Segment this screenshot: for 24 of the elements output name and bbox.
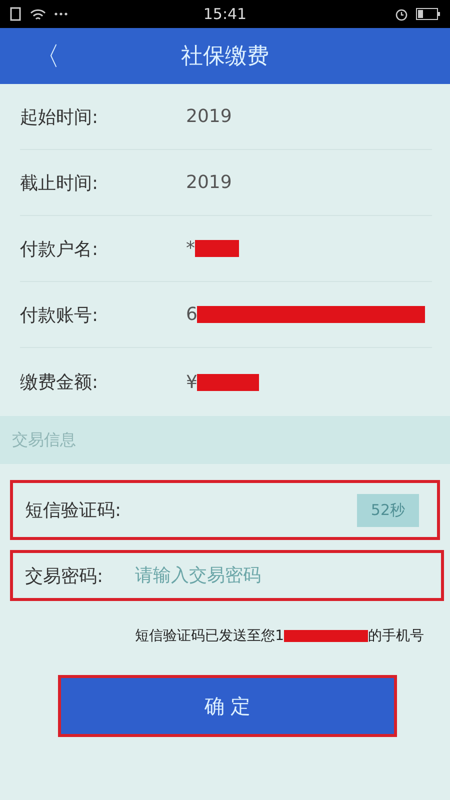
sms-notice: 短信验证码已发送至您1 的手机号 xyxy=(135,627,424,645)
field-value: ¥ xyxy=(186,372,198,392)
wifi-icon xyxy=(30,8,46,20)
more-icon xyxy=(54,12,68,16)
field-value: 2019 xyxy=(186,106,232,127)
battery-icon xyxy=(416,8,440,20)
sim-icon xyxy=(10,7,22,21)
field-label: 短信验证码: xyxy=(25,499,122,522)
alarm-icon xyxy=(394,8,408,20)
clock-time: 15:41 xyxy=(203,5,247,23)
field-value: 6 xyxy=(186,304,198,325)
field-label: 交易密码: xyxy=(25,564,104,588)
field-label: 起始时间: xyxy=(20,106,100,128)
confirm-button[interactable]: 确 定 xyxy=(58,675,397,737)
field-value: 2019 xyxy=(186,172,232,193)
section-title: 交易信息 xyxy=(12,430,76,450)
field-label: 截止时间: xyxy=(20,172,100,194)
field-label: 付款户名: xyxy=(20,238,100,260)
field-label: 付款账号: xyxy=(20,304,100,326)
field-label: 缴费金额: xyxy=(20,371,100,394)
password-field[interactable]: 请输入交易密码 xyxy=(135,565,336,586)
field-value: * xyxy=(186,238,195,259)
back-button[interactable]: 〈 xyxy=(30,38,64,74)
page-title: 社保缴费 xyxy=(181,43,269,71)
